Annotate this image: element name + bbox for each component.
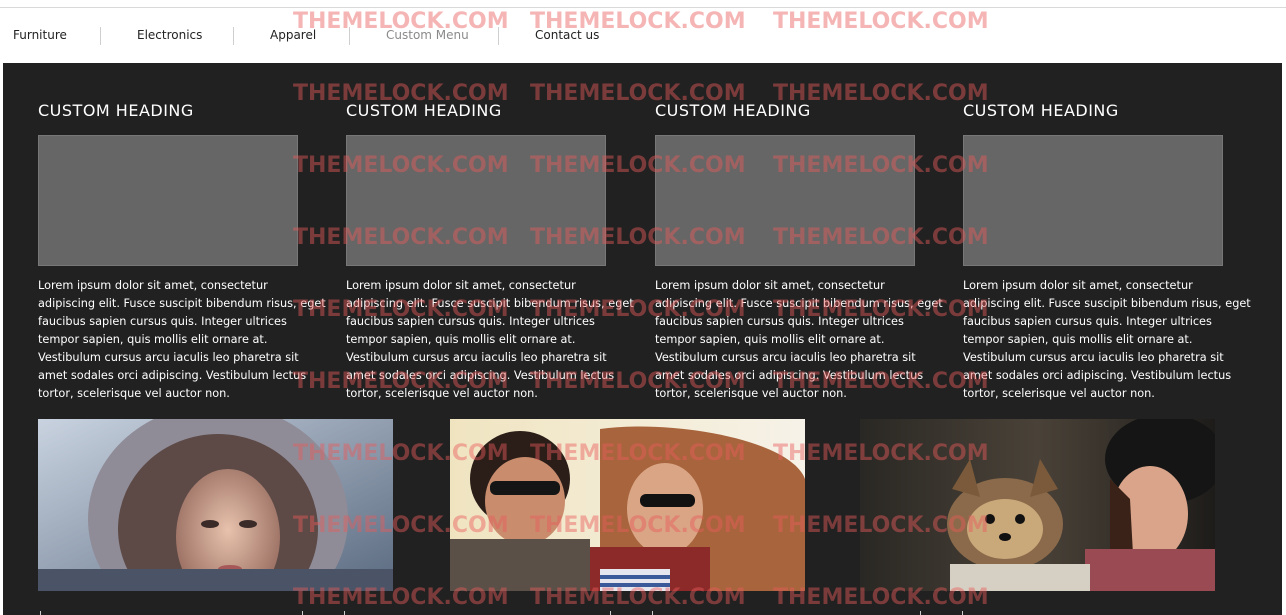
column-text: Lorem ipsum dolor sit amet, consectetur …: [655, 279, 943, 400]
image-placeholder: [38, 135, 298, 266]
nav-separator: [233, 27, 234, 45]
column-heading: CUSTOM HEADING: [346, 101, 502, 120]
photo-couple-sunglasses[interactable]: [450, 419, 805, 591]
image-placeholder: [655, 135, 915, 266]
column-heading: CUSTOM HEADING: [963, 101, 1119, 120]
column-heading: CUSTOM HEADING: [655, 101, 811, 120]
column-text: Lorem ipsum dolor sit amet, consectetur …: [38, 279, 326, 400]
nav-item-furniture[interactable]: Furniture: [13, 28, 67, 42]
nav-separator: [349, 27, 350, 45]
nav-item-custom-menu[interactable]: Custom Menu: [386, 28, 469, 42]
nav-item-apparel[interactable]: Apparel: [270, 28, 316, 42]
photo-woman-fur-hood[interactable]: [38, 419, 393, 591]
bottom-tick-marks: [0, 611, 1286, 615]
column-heading: CUSTOM HEADING: [38, 101, 194, 120]
column-text: Lorem ipsum dolor sit amet, consectetur …: [346, 279, 634, 400]
main-navigation: Furniture Electronics Apparel Custom Men…: [0, 8, 1286, 63]
nav-separator: [100, 27, 101, 45]
image-placeholder: [963, 135, 1223, 266]
image-placeholder: [346, 135, 606, 266]
nav-separator: [498, 27, 499, 45]
nav-item-electronics[interactable]: Electronics: [137, 28, 202, 42]
photo-woman-with-dog[interactable]: [860, 419, 1215, 591]
nav-item-contact-us[interactable]: Contact us: [535, 28, 599, 42]
column-text: Lorem ipsum dolor sit amet, consectetur …: [963, 279, 1251, 400]
custom-menu-dropdown-panel: CUSTOM HEADING Lorem ipsum dolor sit ame…: [3, 63, 1282, 615]
